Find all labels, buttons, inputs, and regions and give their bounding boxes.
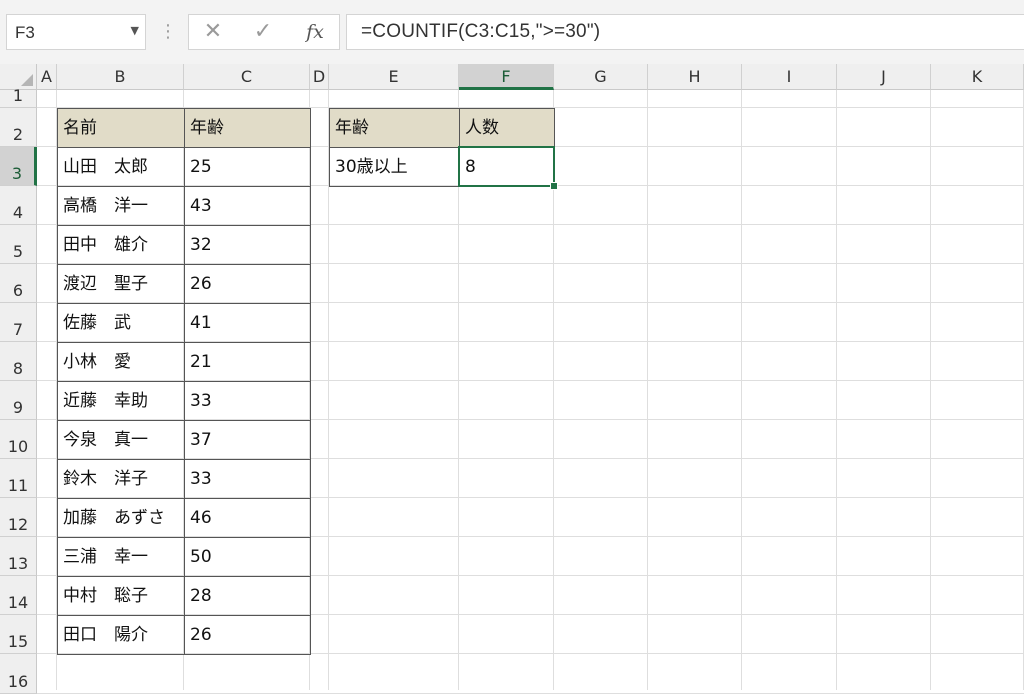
table1-header-cell[interactable]: 年齢 (184, 108, 311, 148)
row-header-7[interactable]: 7 (0, 303, 37, 342)
formula-buttons: ✕ ✓ fx (188, 14, 340, 50)
row-header-5[interactable]: 5 (0, 225, 37, 264)
age-cell[interactable]: 33 (184, 459, 311, 499)
row-header-12[interactable]: 12 (0, 498, 37, 537)
column-header-h[interactable]: H (648, 64, 742, 90)
gridline-vertical (930, 90, 931, 690)
name-cell[interactable]: 加藤 あずさ (57, 498, 185, 538)
row-header-10[interactable]: 10 (0, 420, 37, 459)
column-header-i[interactable]: I (742, 64, 837, 90)
age-cell[interactable]: 46 (184, 498, 311, 538)
cell-grid[interactable]: 名前 年齢 山田 太郎 25 高橋 洋一 43 田中 雄介 32 渡辺 聖子 26 佐藤 武 41 小林… (37, 90, 1024, 694)
gridline-vertical (741, 90, 742, 690)
age-cell[interactable]: 32 (184, 225, 311, 265)
name-cell[interactable]: 三浦 幸一 (57, 537, 185, 577)
gridline-vertical (647, 90, 648, 690)
age-cell[interactable]: 28 (184, 576, 311, 616)
age-cell[interactable]: 21 (184, 342, 311, 382)
row-header-11[interactable]: 11 (0, 459, 37, 498)
age-cell[interactable]: 50 (184, 537, 311, 577)
condition-cell[interactable]: 30歳以上 (329, 147, 460, 187)
name-cell[interactable]: 鈴木 洋子 (57, 459, 185, 499)
column-header-c[interactable]: C (184, 64, 310, 90)
row-header-16[interactable]: 16 (0, 654, 37, 694)
age-cell[interactable]: 43 (184, 186, 311, 226)
row-header-1[interactable]: 1 (0, 86, 37, 108)
formula-bar-area: F3 ▼ ⋮ ✕ ✓ fx =COUNTIF(C3:C15,">=30") (0, 0, 1024, 64)
table2-header-cell[interactable]: 人数 (459, 108, 555, 148)
name-cell[interactable]: 田口 陽介 (57, 615, 185, 655)
insert-function-icon[interactable]: fx (295, 15, 335, 49)
column-header-f[interactable]: F (459, 64, 554, 90)
name-cell[interactable]: 近藤 幸助 (57, 381, 185, 421)
active-cell-border (458, 146, 555, 187)
age-cell[interactable]: 33 (184, 381, 311, 421)
name-cell[interactable]: 今泉 真一 (57, 420, 185, 460)
age-cell[interactable]: 37 (184, 420, 311, 460)
name-cell[interactable]: 小林 愛 (57, 342, 185, 382)
row-header-15[interactable]: 15 (0, 615, 37, 654)
row-header-6[interactable]: 6 (0, 264, 37, 303)
formula-input[interactable]: =COUNTIF(C3:C15,">=30") (346, 14, 1024, 50)
select-all-icon (21, 74, 33, 86)
row-header-3[interactable]: 3 (0, 147, 37, 186)
row-header-14[interactable]: 14 (0, 576, 37, 615)
table2-header-cell[interactable]: 年齢 (329, 108, 460, 148)
more-options-icon[interactable]: ⋮ (159, 18, 177, 46)
name-box-value: F3 (15, 23, 35, 42)
row-header-2[interactable]: 2 (0, 108, 37, 147)
column-header-k[interactable]: K (931, 64, 1024, 90)
column-header-a[interactable]: A (37, 64, 57, 90)
age-cell[interactable]: 25 (184, 147, 311, 187)
name-cell[interactable]: 佐藤 武 (57, 303, 185, 343)
enter-icon[interactable]: ✓ (243, 15, 283, 49)
column-header-g[interactable]: G (554, 64, 648, 90)
name-box[interactable]: F3 ▼ (6, 14, 146, 50)
age-cell[interactable]: 41 (184, 303, 311, 343)
cancel-icon[interactable]: ✕ (193, 15, 233, 49)
column-header-j[interactable]: J (837, 64, 931, 90)
name-cell[interactable]: 田中 雄介 (57, 225, 185, 265)
row-header-13[interactable]: 13 (0, 537, 37, 576)
formula-text: =COUNTIF(C3:C15,">=30") (361, 21, 601, 42)
row-header-9[interactable]: 9 (0, 381, 37, 420)
row-header-8[interactable]: 8 (0, 342, 37, 381)
column-header-e[interactable]: E (329, 64, 459, 90)
name-box-dropdown-icon[interactable]: ▼ (131, 24, 139, 37)
age-cell[interactable]: 26 (184, 615, 311, 655)
fill-handle[interactable] (550, 182, 558, 190)
column-header-b[interactable]: B (57, 64, 184, 90)
name-cell[interactable]: 中村 聡子 (57, 576, 185, 616)
age-cell[interactable]: 26 (184, 264, 311, 304)
name-cell[interactable]: 山田 太郎 (57, 147, 185, 187)
name-cell[interactable]: 高橋 洋一 (57, 186, 185, 226)
table1-header-cell[interactable]: 名前 (57, 108, 185, 148)
name-cell[interactable]: 渡辺 聖子 (57, 264, 185, 304)
gridline-vertical (836, 90, 837, 690)
row-header-4[interactable]: 4 (0, 186, 37, 225)
column-header-d[interactable]: D (310, 64, 329, 90)
